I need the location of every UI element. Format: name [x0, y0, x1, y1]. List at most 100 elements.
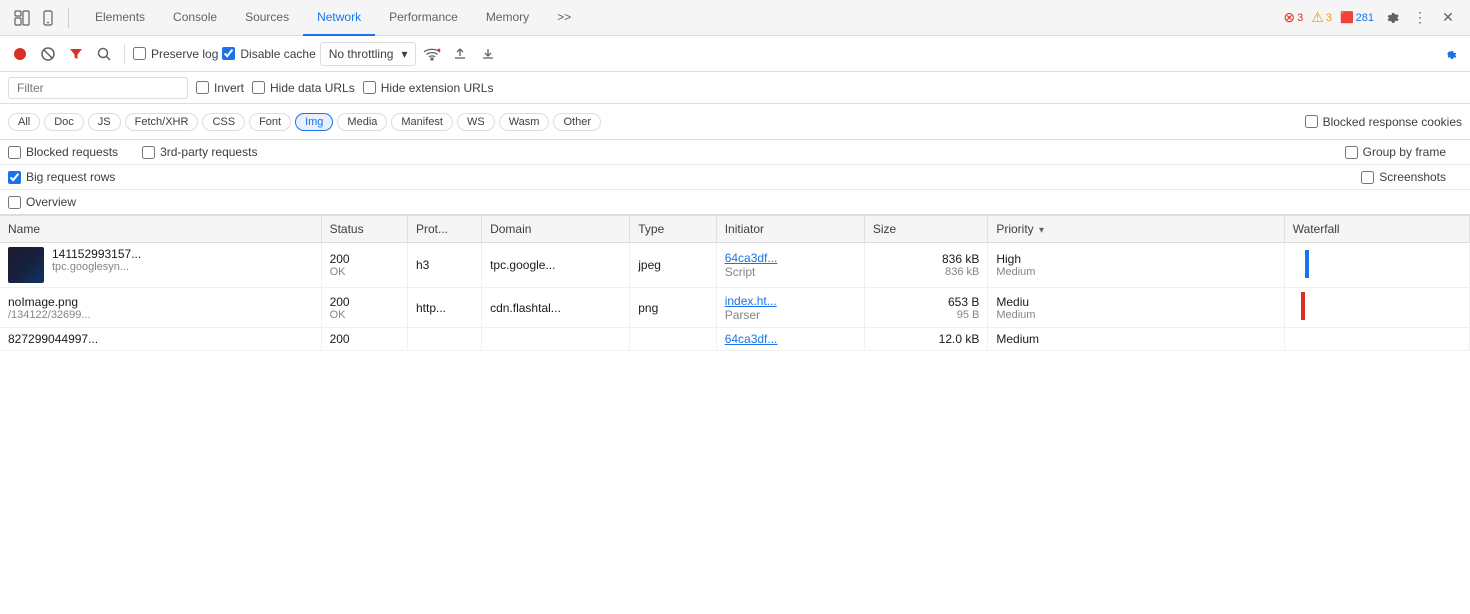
cell-priority-1: High Medium — [988, 243, 1284, 288]
tab-console[interactable]: Console — [159, 0, 231, 36]
col-name[interactable]: Name — [0, 216, 321, 243]
cell-waterfall-3 — [1284, 328, 1469, 351]
throttle-select[interactable]: No throttling ▾ — [320, 42, 417, 66]
close-icon[interactable]: ✕ — [1438, 8, 1458, 28]
cell-name-2: noImage.png /134122/32699... — [0, 288, 321, 328]
name-primary-1: 141152993157... — [52, 247, 141, 261]
type-btn-all[interactable]: All — [8, 113, 40, 131]
name-primary-2: noImage.png — [8, 295, 91, 309]
settings-icon[interactable] — [1382, 8, 1402, 28]
cell-protocol-3 — [408, 328, 482, 351]
blocked-cookies-label[interactable]: Blocked response cookies — [1305, 115, 1462, 129]
tab-network[interactable]: Network — [303, 0, 375, 36]
third-party-label[interactable]: 3rd-party requests — [142, 145, 257, 159]
group-by-frame-label[interactable]: Group by frame — [1345, 145, 1446, 159]
hide-data-urls-checkbox[interactable] — [252, 81, 265, 94]
type-btn-doc[interactable]: Doc — [44, 113, 84, 131]
col-protocol[interactable]: Prot... — [408, 216, 482, 243]
more-icon[interactable]: ⋮ — [1410, 8, 1430, 28]
screenshots-label[interactable]: Screenshots — [1361, 170, 1446, 184]
cell-type-2: png — [630, 288, 716, 328]
overview-checkbox[interactable] — [8, 196, 21, 209]
options-row-1: Blocked requests 3rd-party requests Grou… — [0, 140, 1470, 165]
col-waterfall[interactable]: Waterfall — [1284, 216, 1469, 243]
col-status[interactable]: Status — [321, 216, 407, 243]
col-priority[interactable]: Priority ▾ — [988, 216, 1284, 243]
type-btn-media[interactable]: Media — [337, 113, 387, 131]
tab-bar-right: ⊗ 3 ⚠ 3 🟥 281 ⋮ ✕ — [1283, 8, 1466, 28]
error-badge-red[interactable]: ⊗ 3 — [1283, 9, 1303, 26]
filter-icon-button[interactable] — [64, 42, 88, 66]
settings-gear-icon[interactable] — [1438, 42, 1462, 66]
cell-type-1: jpeg — [630, 243, 716, 288]
tab-memory[interactable]: Memory — [472, 0, 543, 36]
disable-cache-checkbox[interactable] — [222, 47, 235, 60]
hide-extension-urls-label[interactable]: Hide extension URLs — [363, 81, 494, 95]
filter-input[interactable] — [8, 77, 188, 99]
cell-size-1: 836 kB 836 kB — [864, 243, 987, 288]
error-badge-yellow[interactable]: ⚠ 3 — [1311, 9, 1332, 26]
screenshots-checkbox[interactable] — [1361, 171, 1374, 184]
group-by-frame-checkbox[interactable] — [1345, 146, 1358, 159]
upload-icon[interactable] — [448, 42, 472, 66]
cell-initiator-3: 64ca3df... — [716, 328, 864, 351]
third-party-checkbox[interactable] — [142, 146, 155, 159]
cell-name-1: 141152993157... tpc.googlesyn... — [0, 243, 321, 288]
table-row[interactable]: 827299044997... 200 64ca3df... 12.0 kB — [0, 328, 1470, 351]
tab-bar: Elements Console Sources Network Perform… — [0, 0, 1470, 36]
type-filter-bar: All Doc JS Fetch/XHR CSS Font Img Media … — [0, 104, 1470, 140]
table-row[interactable]: noImage.png /134122/32699... 200 OK http… — [0, 288, 1470, 328]
overview-label[interactable]: Overview — [8, 195, 76, 209]
type-btn-js[interactable]: JS — [88, 113, 121, 131]
blocked-cookies-checkbox[interactable] — [1305, 115, 1318, 128]
wifi-icon[interactable] — [420, 42, 444, 66]
type-btn-other[interactable]: Other — [553, 113, 601, 131]
hide-data-urls-label[interactable]: Hide data URLs — [252, 81, 355, 95]
invert-label[interactable]: Invert — [196, 81, 244, 95]
tab-performance[interactable]: Performance — [375, 0, 472, 36]
cell-protocol-2: http... — [408, 288, 482, 328]
col-type[interactable]: Type — [630, 216, 716, 243]
options-row-2: Big request rows Screenshots — [0, 165, 1470, 190]
type-btn-fetch-xhr[interactable]: Fetch/XHR — [125, 113, 199, 131]
type-btn-ws[interactable]: WS — [457, 113, 495, 131]
options-right: Group by frame — [1345, 145, 1462, 159]
big-request-rows-checkbox[interactable] — [8, 171, 21, 184]
options-right-2: Screenshots — [1361, 170, 1462, 184]
disable-cache-label[interactable]: Disable cache — [222, 47, 315, 61]
filter-bar: Invert Hide data URLs Hide extension URL… — [0, 72, 1470, 104]
cell-domain-2: cdn.flashtal... — [482, 288, 630, 328]
tab-sources[interactable]: Sources — [231, 0, 303, 36]
invert-checkbox[interactable] — [196, 81, 209, 94]
preserve-log-label[interactable]: Preserve log — [133, 47, 218, 61]
blocked-requests-checkbox[interactable] — [8, 146, 21, 159]
error-badge-blue[interactable]: 🟥 281 — [1340, 11, 1374, 24]
type-btn-font[interactable]: Font — [249, 113, 291, 131]
mobile-icon[interactable] — [38, 8, 58, 28]
record-stop-button[interactable] — [8, 42, 32, 66]
type-btn-css[interactable]: CSS — [202, 113, 245, 131]
type-btn-img[interactable]: Img — [295, 113, 333, 131]
col-initiator[interactable]: Initiator — [716, 216, 864, 243]
tab-elements[interactable]: Elements — [81, 0, 159, 36]
cell-initiator-2: index.ht... Parser — [716, 288, 864, 328]
download-icon[interactable] — [476, 42, 500, 66]
hide-extension-urls-checkbox[interactable] — [363, 81, 376, 94]
blocked-requests-label[interactable]: Blocked requests — [8, 145, 118, 159]
col-domain[interactable]: Domain — [482, 216, 630, 243]
cell-type-3 — [630, 328, 716, 351]
col-size[interactable]: Size — [864, 216, 987, 243]
clear-button[interactable] — [36, 42, 60, 66]
network-toolbar: Preserve log Disable cache No throttling… — [0, 36, 1470, 72]
preserve-log-checkbox[interactable] — [133, 47, 146, 60]
search-button[interactable] — [92, 42, 116, 66]
tab-divider — [68, 8, 69, 28]
big-request-rows-label[interactable]: Big request rows — [8, 170, 115, 184]
tab-more[interactable]: >> — [543, 0, 585, 36]
dock-icon[interactable] — [12, 8, 32, 28]
type-btn-wasm[interactable]: Wasm — [499, 113, 550, 131]
cell-initiator-1: 64ca3df... Script — [716, 243, 864, 288]
name-secondary-2: /134122/32699... — [8, 309, 91, 321]
table-row[interactable]: 141152993157... tpc.googlesyn... 200 OK … — [0, 243, 1470, 288]
type-btn-manifest[interactable]: Manifest — [391, 113, 453, 131]
